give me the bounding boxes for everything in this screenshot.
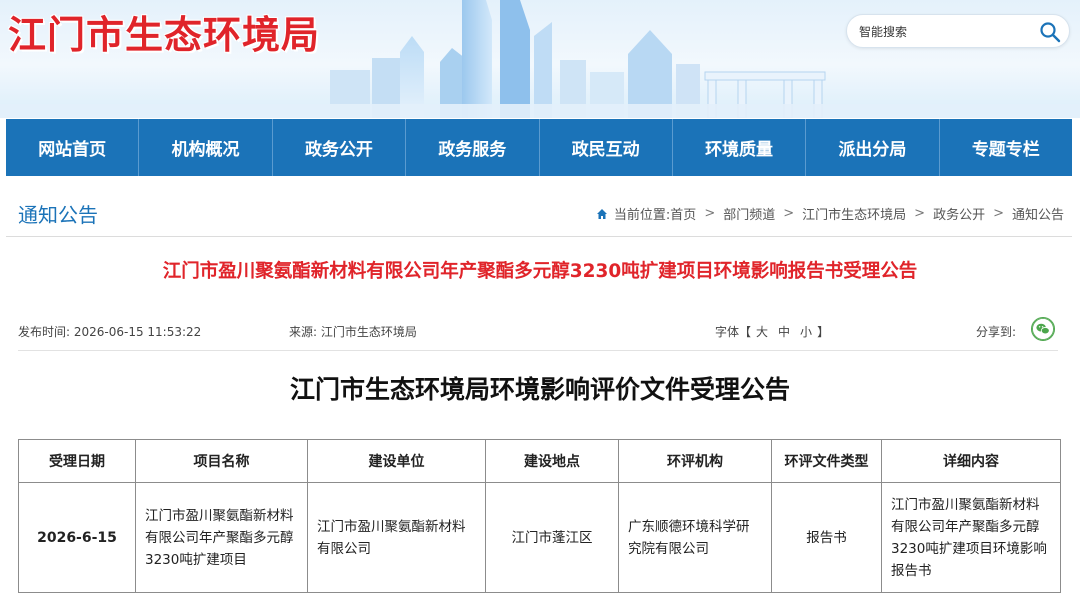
cell-builder: 江门市盈川聚氨酯新材料有限公司 xyxy=(307,482,486,593)
font-size-large-button[interactable]: 大 xyxy=(756,325,768,339)
document-title: 江门市生态环境局环境影响评价文件受理公告 xyxy=(289,375,790,404)
search-icon[interactable] xyxy=(1039,21,1061,43)
article-title: 江门市盈川聚氨酯新材料有限公司年产聚酯多元醇3230吨扩建项目环境影响报告书受理… xyxy=(162,261,918,282)
column-header-date: 受理日期 xyxy=(18,439,136,483)
search-box xyxy=(846,14,1070,48)
nav-item-home[interactable]: 网站首页 xyxy=(6,119,140,176)
cell-detail: 江门市盈川聚氨酯新材料有限公司年产聚酯多元醇3230吨扩建项目环境影响报告书 xyxy=(881,482,1061,593)
font-size-bracket: 】 xyxy=(817,325,830,339)
nav-item-government-affairs[interactable]: 政务公开 xyxy=(273,119,407,176)
section-title: 通知公告 xyxy=(18,203,98,227)
main-nav: 网站首页 机构概况 政务公开 政务服务 政民互动 环境质量 派出分局 专题专栏 xyxy=(6,119,1072,176)
breadcrumb-separator: > xyxy=(704,206,716,221)
font-size-label: 字体【 xyxy=(715,325,752,339)
table-header-row: 受理日期 项目名称 建设单位 建设地点 环评机构 环评文件类型 详细内容 xyxy=(18,439,1061,483)
divider xyxy=(18,350,1058,351)
acceptance-table: 受理日期 项目名称 建设单位 建设地点 环评机构 环评文件类型 详细内容 202… xyxy=(18,439,1061,593)
nav-item-environment-quality[interactable]: 环境质量 xyxy=(673,119,807,176)
table-row: 2026-6-15 江门市盈川聚氨酯新材料有限公司年产聚酯多元醇3230吨扩建项… xyxy=(18,482,1061,593)
font-size-control: 字体【大中小】 xyxy=(715,323,829,340)
breadcrumb-separator: > xyxy=(783,206,795,221)
cell-agency: 广东顺德环境科学研究院有限公司 xyxy=(618,482,772,593)
nav-item-organization[interactable]: 机构概况 xyxy=(139,119,273,176)
wechat-icon[interactable] xyxy=(1031,317,1055,341)
column-header-doc-type: 环评文件类型 xyxy=(771,439,882,483)
font-size-medium-button[interactable]: 中 xyxy=(778,325,790,339)
column-header-detail: 详细内容 xyxy=(881,439,1061,483)
nav-item-special-topics[interactable]: 专题专栏 xyxy=(940,119,1072,176)
breadcrumb: 当前位置: 首页 > 部门频道 > 江门市生态环境局 > 政务公开 > 通知公告 xyxy=(596,204,1064,223)
breadcrumb-department-channel[interactable]: 部门频道 xyxy=(723,204,775,223)
breadcrumb-separator: > xyxy=(993,206,1004,221)
section-header: 通知公告 当前位置: 首页 > 部门频道 > 江门市生态环境局 > 政务公开 >… xyxy=(6,187,1072,237)
cell-project: 江门市盈川聚氨酯新材料有限公司年产聚酯多元醇3230吨扩建项目 xyxy=(135,482,308,593)
breadcrumb-bureau[interactable]: 江门市生态环境局 xyxy=(802,204,906,223)
breadcrumb-notices[interactable]: 通知公告 xyxy=(1012,204,1064,223)
header-banner: 江门市生态环境局 xyxy=(0,0,1080,118)
cell-doc-type: 报告书 xyxy=(771,482,882,593)
column-header-agency: 环评机构 xyxy=(618,439,772,483)
search-input[interactable] xyxy=(859,22,1029,42)
publish-time: 发布时间: 2026-06-15 11:53:22 xyxy=(18,325,202,339)
cell-date: 2026-6-15 xyxy=(18,482,136,593)
home-icon xyxy=(596,208,607,219)
breadcrumb-prefix: 当前位置: xyxy=(613,208,671,223)
breadcrumb-separator: > xyxy=(914,206,926,221)
nav-item-branches[interactable]: 派出分局 xyxy=(806,119,940,176)
font-size-small-button[interactable]: 小 xyxy=(800,325,812,339)
article-source: 来源: 江门市生态环境局 xyxy=(289,325,417,339)
breadcrumb-home[interactable]: 首页 xyxy=(670,204,696,223)
column-header-project: 项目名称 xyxy=(135,439,308,483)
column-header-builder: 建设单位 xyxy=(307,439,486,483)
nav-item-services[interactable]: 政务服务 xyxy=(406,119,540,176)
article-meta: 发布时间: 2026-06-15 11:53:22 来源: 江门市生态环境局 字… xyxy=(18,315,1058,347)
share-label: 分享到: xyxy=(976,325,1017,339)
column-header-location: 建设地点 xyxy=(485,439,619,483)
nav-item-interaction[interactable]: 政民互动 xyxy=(540,119,673,176)
breadcrumb-government-affairs[interactable]: 政务公开 xyxy=(933,204,985,223)
site-title: 江门市生态环境局 xyxy=(8,13,321,57)
cell-location: 江门市蓬江区 xyxy=(485,482,619,593)
